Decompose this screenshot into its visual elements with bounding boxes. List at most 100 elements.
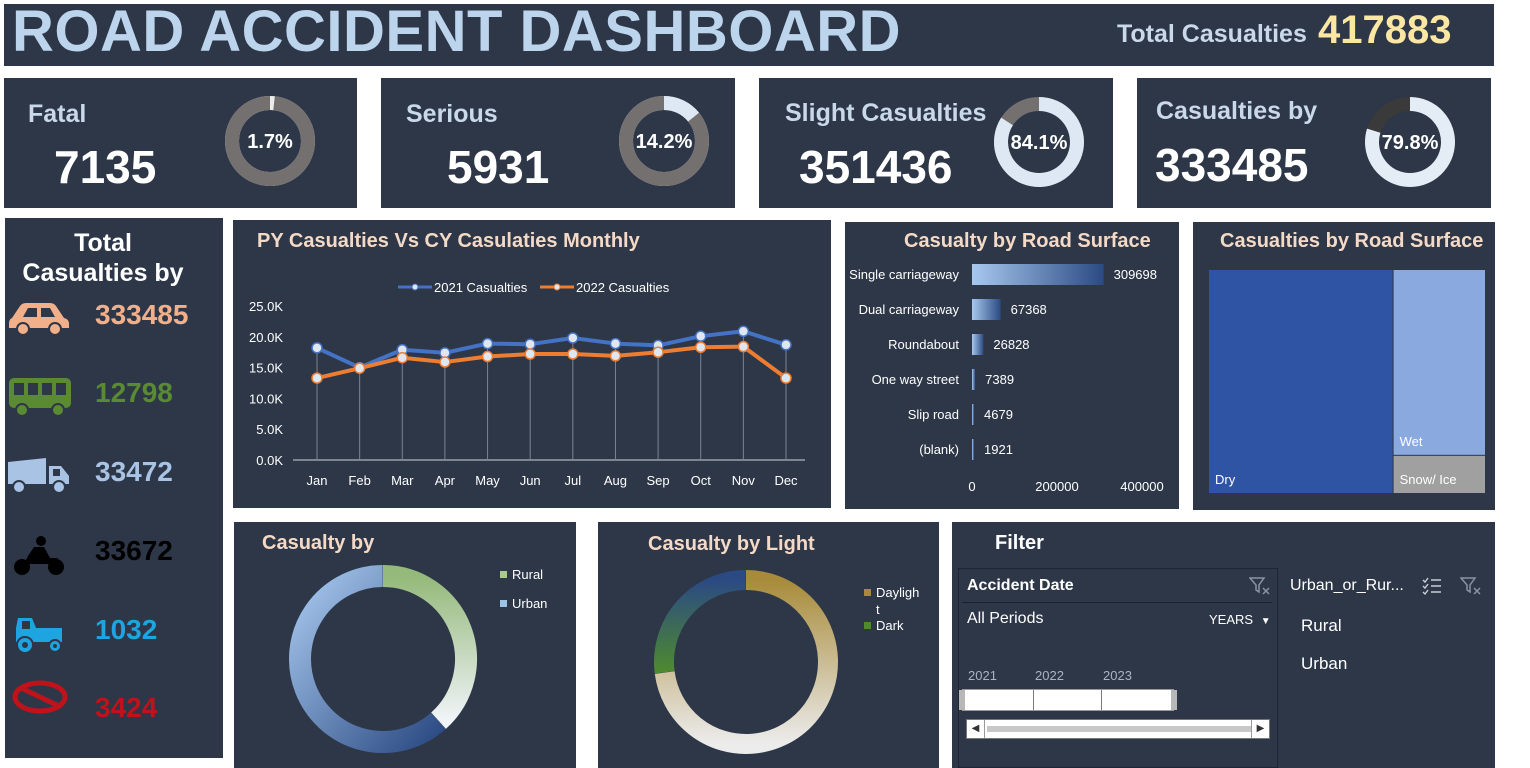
clear-filter-icon[interactable] [1249,576,1271,596]
time-level-label: YEARS [1209,612,1254,627]
data-point [311,372,323,384]
kpi-label-casualties-by: Casualties by [1156,97,1318,125]
bar [972,404,974,425]
bar-value-label: 309698 [1114,267,1157,282]
bar-category-label: (blank) [919,442,959,457]
data-point [524,348,536,360]
y-tick-label: 5.0K [256,422,283,437]
donut-slice [654,570,747,674]
dashboard-title: ROAD ACCIDENT DASHBOARD [12,0,902,64]
data-point [439,356,451,368]
vehicle-value-bus: 12798 [95,377,173,408]
data-point [609,337,622,350]
road-surface-chart-title: Casualties by Road Surface [1220,230,1484,252]
x-tick-label: 200000 [1035,479,1078,494]
accident-date-slicer-title: Accident Date [967,577,1074,594]
truck-icon [8,458,69,494]
legend-label: Dark [876,618,904,633]
data-point [737,340,750,353]
legend-swatch [500,571,507,578]
clear-filter-icon[interactable] [1460,576,1482,596]
vehicle-value-tractor: 1032 [95,614,158,645]
donut-slice [289,565,446,753]
total-casualties-value: 417883 [1318,8,1452,52]
light-donut-chart: Dayligh tDark [654,570,919,754]
scroll-right-arrow[interactable]: ▶ [1251,720,1269,738]
timeline-year-2021[interactable]: 2021 [968,668,997,683]
data-point [694,330,707,342]
kpi-donut-serious: 14.2% [619,96,709,186]
x-tick-label: Jul [565,473,582,488]
data-point [311,342,323,354]
timeline-divider [1101,690,1102,710]
legend-swatch [864,589,871,596]
treemap-label: Wet [1400,434,1423,449]
legend-label: Urban [512,596,547,611]
donut-slice [382,565,477,729]
legend-marker [411,283,419,291]
bar [972,369,976,390]
data-point [567,332,579,344]
donut-percent-label: 1.7% [247,131,293,153]
legend-label: Dayligh [876,585,919,600]
slicer-item-urban[interactable]: Urban [1301,654,1347,674]
legend-label: 2021 Casualties [434,280,528,295]
road-surface-treemap: Dry Wet Snow/ Ice [1209,270,1485,493]
legend-label: Rural [512,567,543,582]
data-point [737,325,750,338]
y-tick-label: 20.0K [249,330,283,345]
data-point [780,372,792,384]
total-casualties-label: Total Casualties [1117,20,1307,48]
treemap-label: Dry [1215,472,1236,487]
treemap-label: Snow/ Ice [1400,472,1457,487]
bar-category-label: Roundabout [888,337,959,352]
data-point [567,348,579,360]
legend-label: t [876,602,880,617]
treemap-tile [1393,270,1485,455]
bar [972,264,1104,285]
x-tick-label: 0 [968,479,975,494]
y-tick-label: 0.0K [256,453,283,468]
x-tick-label: Nov [732,473,756,488]
data-point [609,350,622,362]
bus-icon [9,378,71,417]
x-tick-label: May [475,473,500,488]
vehicle-value-truck: 33472 [95,456,173,487]
multi-select-icon[interactable] [1422,577,1442,595]
scroll-thumb[interactable] [987,726,1251,732]
kpi-label-serious: Serious [406,100,498,128]
bar-value-label: 26828 [993,337,1029,352]
x-tick-label: 400000 [1120,479,1163,494]
kpi-label-fatal: Fatal [28,100,87,128]
legend-label: 2022 Casualties [576,280,670,295]
vehicle-value-motorcycle: 33672 [95,535,173,566]
vehicle-title-line1: Total [74,229,132,257]
vehicle-value-other: 3424 [95,692,158,723]
timeline-scrollbar[interactable]: ◀ ▶ [966,719,1270,739]
all-periods-label: All Periods [967,610,1044,627]
timeline-handle-right[interactable] [1171,690,1177,710]
data-point [524,338,536,350]
timeline-year-2023[interactable]: 2023 [1103,668,1132,683]
data-point [481,350,494,363]
scroll-left-arrow[interactable]: ◀ [967,720,985,738]
timeline-handle-left[interactable] [959,690,965,710]
x-tick-label: Oct [691,473,712,488]
no-entry-icon [12,680,68,714]
legend-marker [553,283,561,291]
kpi-label-slight: Slight Casualties [785,99,987,127]
slicer-item-rural[interactable]: Rural [1301,616,1342,636]
timeline-selection-bar[interactable] [962,689,1174,711]
kpi-donut-fatal: 1.7% [225,96,315,186]
data-point [396,351,409,364]
time-level-dropdown[interactable]: YEARS ▼ [1209,612,1271,627]
bar-category-label: One way street [872,372,960,387]
bar-value-label: 67368 [1011,302,1047,317]
kpi-donut-casualties-by: 79.8% [1365,97,1455,187]
y-tick-label: 25.0K [249,299,283,314]
bar [972,334,984,355]
x-tick-label: Sep [647,473,670,488]
timeline-year-2022[interactable]: 2022 [1035,668,1064,683]
x-tick-label: Aug [604,473,627,488]
filter-title: Filter [995,532,1044,554]
